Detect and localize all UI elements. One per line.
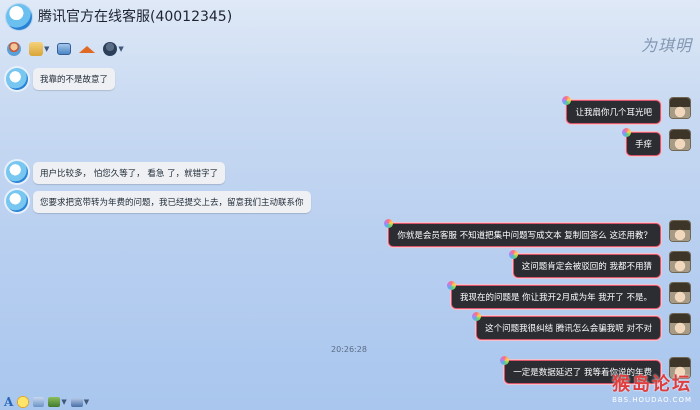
message-outgoing: 让我扇你几个耳光吧 <box>562 96 661 124</box>
user-avatar[interactable] <box>670 252 690 272</box>
service-avatar[interactable] <box>6 68 28 90</box>
watermark-main: 猴岛论坛 <box>612 374 692 395</box>
window-shake-icon <box>33 397 45 407</box>
watermark-sub: BBS.HOUDAO.COM <box>612 396 692 404</box>
image-icon <box>48 397 61 407</box>
user-avatar[interactable] <box>670 221 690 241</box>
screenshot-button[interactable]: ▼ <box>70 397 89 407</box>
user-avatar[interactable] <box>670 98 690 118</box>
message-incoming: 用户比较多， 怕您久等了， 看急 了，就错字了 <box>33 162 226 184</box>
folder-button[interactable]: ▼ <box>26 40 52 58</box>
smile-icon <box>17 396 30 408</box>
watermark-bottom: 猴岛论坛 BBS.HOUDAO.COM <box>612 370 692 404</box>
message-outgoing: 你就是会员客服 不知道把集中问题写成文本 复制回答么 这还用教？ <box>384 219 661 247</box>
font-icon: A <box>4 395 14 409</box>
user-avatar[interactable] <box>670 314 690 334</box>
image-button[interactable]: ▼ <box>48 397 67 407</box>
screenshot-icon <box>70 397 83 407</box>
chevron-down-icon[interactable]: ▼ <box>118 45 123 53</box>
emoji-button[interactable] <box>17 396 30 408</box>
chevron-down-icon[interactable]: ▼ <box>84 398 89 406</box>
chevron-down-icon[interactable]: ▼ <box>44 45 49 53</box>
service-avatar[interactable] <box>6 190 28 212</box>
toolbar: ▼ ▼ <box>4 40 127 58</box>
user-icon <box>103 42 118 56</box>
message-outgoing: 这问题肯定会被驳回的 我都不用猜 <box>508 250 661 278</box>
chevron-down-icon[interactable]: ▼ <box>61 398 66 406</box>
home-button[interactable] <box>76 40 98 58</box>
service-avatar[interactable] <box>6 161 28 183</box>
input-toolbar: A ▼ ▼ <box>0 394 700 410</box>
user-button[interactable]: ▼ <box>100 40 126 58</box>
font-button[interactable]: A <box>4 395 13 409</box>
message-outgoing: 手痒 <box>621 128 661 156</box>
user-avatar[interactable] <box>670 130 690 150</box>
window-title: 腾讯官方在线客服(40012345) <box>38 9 233 25</box>
add-user-button[interactable] <box>4 40 24 58</box>
add-user-icon <box>7 42 21 56</box>
shake-button[interactable] <box>33 397 45 407</box>
watermark-top: 为琪明 <box>640 36 692 55</box>
folder-icon <box>29 42 43 56</box>
message-outgoing: 这个问题我很纠结 腾讯怎么会骗我呢 对不对 <box>472 312 661 340</box>
screen-icon <box>57 43 72 55</box>
message-incoming: 您要求把宽带转为年费的问题，我已经提交上去，留意我们主动联系你 <box>33 191 311 213</box>
message-outgoing: 我现在的问题是 你让我开2月成为年 我开了 不是。 <box>446 281 661 309</box>
screen-button[interactable] <box>54 40 74 58</box>
message-timestamp: 20:26:28 <box>331 345 367 354</box>
home-icon <box>79 45 96 53</box>
message-incoming: 我靠的不是故意了 <box>33 68 116 90</box>
user-avatar[interactable] <box>670 283 690 303</box>
message-list[interactable]: 我靠的不是故意了 让我扇你几个耳光吧 手痒 用户比较多， 怕您久等了， 看急 了… <box>0 64 700 394</box>
qq-logo-icon <box>6 4 32 30</box>
chat-window-header: 腾讯官方在线客服(40012345) ▼ ▼ 为琪明 <box>0 0 700 64</box>
